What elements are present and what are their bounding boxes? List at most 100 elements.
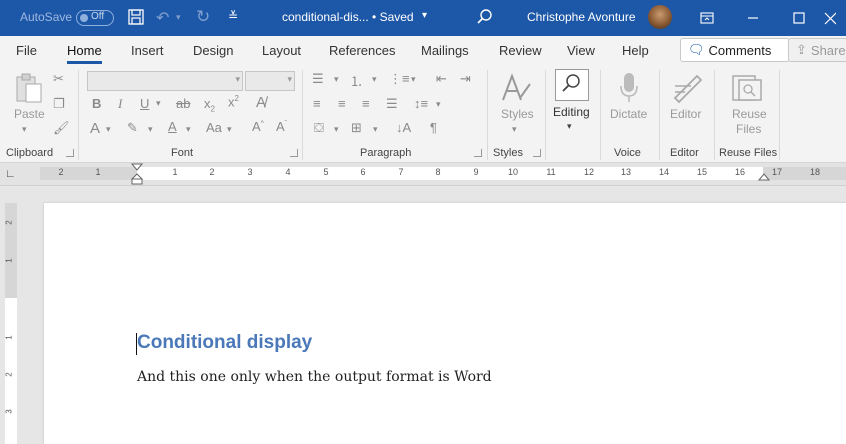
save-icon[interactable] [127, 8, 145, 29]
editing-dropdown-icon[interactable]: ▾ [567, 121, 572, 132]
editing-search-icon[interactable] [555, 69, 589, 101]
numbering-icon[interactable]: ⒈ [350, 71, 363, 90]
italic-icon[interactable]: I [118, 96, 122, 112]
subscript-icon[interactable]: x2 [204, 96, 215, 114]
line-spacing-dropdown-icon[interactable]: ▾ [436, 99, 441, 110]
styles-launcher-icon[interactable] [533, 149, 541, 157]
undo-dropdown-icon[interactable]: ▾ [176, 12, 181, 23]
format-painter-icon[interactable]: 🖌 [53, 120, 70, 136]
paragraph-launcher-icon[interactable] [474, 149, 482, 157]
avatar[interactable] [648, 5, 672, 29]
borders-dropdown-icon[interactable]: ▾ [373, 124, 378, 135]
tab-selector-icon[interactable]: ∟ [5, 168, 16, 180]
ruler-number: 12 [583, 167, 594, 177]
document-paragraph[interactable]: And this one only when the output format… [137, 369, 492, 385]
redo-icon[interactable]: ↻ [196, 7, 210, 27]
shading-dropdown-icon[interactable]: ▾ [334, 124, 339, 135]
clear-formatting-icon[interactable]: A̸ [256, 94, 266, 111]
tab-design[interactable]: Design [193, 43, 233, 58]
right-indent-marker-icon[interactable] [757, 172, 771, 186]
shading-icon[interactable]: ⛋ [314, 120, 324, 136]
reuse-label: Reuse [732, 107, 767, 121]
styles-icon[interactable] [500, 72, 532, 107]
tab-references[interactable]: References [329, 43, 395, 58]
font-size-combo[interactable]: ▾ [245, 71, 295, 91]
font-launcher-icon[interactable] [290, 149, 298, 157]
editor-icon[interactable] [671, 72, 703, 107]
highlight-dropdown-icon[interactable]: ▾ [148, 124, 153, 135]
tab-mailings[interactable]: Mailings [421, 43, 469, 58]
grow-font-icon[interactable]: A^ [252, 119, 264, 134]
tab-file[interactable]: File [16, 43, 37, 58]
copy-icon[interactable]: ❐ [53, 96, 65, 112]
bold-icon[interactable]: B [92, 96, 101, 111]
vruler-number: 2 [4, 372, 14, 377]
align-right-icon[interactable]: ≡ [362, 96, 370, 111]
paste-icon[interactable] [14, 72, 44, 109]
change-case-dropdown-icon[interactable]: ▾ [227, 124, 232, 135]
underline-icon[interactable]: U [140, 96, 149, 111]
numbering-dropdown-icon[interactable]: ▾ [372, 74, 377, 85]
vruler-number: 1 [4, 335, 14, 340]
indent-marker-icon[interactable] [130, 163, 144, 188]
files-label: Files [736, 122, 762, 136]
microphone-icon[interactable] [619, 72, 639, 107]
underline-dropdown-icon[interactable]: ▾ [156, 98, 161, 109]
align-center-icon[interactable]: ≡ [338, 96, 346, 111]
font-name-combo[interactable]: ▾ [87, 71, 243, 91]
tab-home[interactable]: Home [67, 43, 102, 64]
editor-group-label: Editor [670, 147, 699, 159]
tab-layout[interactable]: Layout [262, 43, 301, 58]
font-color-icon[interactable]: A [168, 119, 177, 134]
ruler-number: 3 [247, 167, 253, 177]
title-dropdown-icon[interactable]: ▾ [422, 10, 427, 21]
multilevel-dropdown-icon[interactable]: ▾ [411, 74, 416, 85]
customize-toolbar-icon[interactable]: ≚ [228, 9, 238, 23]
editing-label[interactable]: Editing [553, 105, 590, 119]
ribbon-display-options-icon[interactable] [684, 0, 730, 36]
justify-icon[interactable]: ☰ [386, 96, 398, 112]
superscript-icon[interactable]: x2 [228, 94, 239, 109]
highlight-icon[interactable]: ✎ [127, 120, 138, 136]
horizontal-ruler[interactable]: ∟ 2 1 1 2 3 4 5 6 7 8 9 10 11 12 13 14 1… [0, 163, 846, 186]
show-formatting-marks-icon[interactable]: ¶ [430, 120, 437, 135]
user-name[interactable]: Christophe Avonture [527, 10, 636, 24]
tab-review[interactable]: Review [499, 43, 542, 58]
text-effects-dropdown-icon[interactable]: ▾ [106, 124, 111, 135]
close-icon[interactable] [822, 0, 846, 36]
text-effects-icon[interactable]: A [90, 120, 100, 137]
bullets-icon[interactable]: ☰ [312, 71, 324, 87]
document-page[interactable]: Conditional display And this one only wh… [44, 203, 846, 444]
styles-dropdown-icon[interactable]: ▾ [512, 124, 517, 135]
shrink-font-icon[interactable]: Aˇ [276, 119, 287, 134]
autosave-toggle[interactable]: Off [76, 10, 114, 26]
multilevel-list-icon[interactable]: ⋮≡ [389, 71, 410, 87]
bullets-dropdown-icon[interactable]: ▾ [334, 74, 339, 85]
increase-indent-icon[interactable]: ⇥ [460, 71, 471, 87]
document-heading[interactable]: Conditional display [137, 332, 312, 354]
vertical-ruler[interactable]: 2 1 1 2 3 [5, 203, 17, 444]
strikethrough-icon[interactable]: ab [176, 96, 190, 111]
align-left-icon[interactable]: ≡ [313, 96, 321, 111]
paste-dropdown-icon[interactable]: ▾ [22, 124, 27, 135]
tab-view[interactable]: View [567, 43, 595, 58]
line-spacing-icon[interactable]: ↕≡ [414, 96, 428, 111]
search-icon[interactable] [476, 8, 494, 29]
maximize-icon[interactable] [776, 0, 822, 36]
sort-icon[interactable]: ↓A [396, 120, 411, 135]
undo-icon[interactable]: ↶ [156, 8, 169, 28]
document-title: conditional-dis... • Saved [282, 10, 414, 24]
change-case-icon[interactable]: Aa [206, 120, 222, 135]
reuse-files-icon[interactable] [731, 72, 763, 107]
tab-help[interactable]: Help [622, 43, 649, 58]
minimize-icon[interactable] [730, 0, 776, 36]
font-color-dropdown-icon[interactable]: ▾ [186, 124, 191, 135]
styles-label: Styles [501, 107, 534, 121]
comments-button[interactable]: 🗨 Comments [680, 38, 790, 62]
tab-insert[interactable]: Insert [131, 43, 164, 58]
cut-icon[interactable]: ✂ [53, 71, 64, 87]
decrease-indent-icon[interactable]: ⇤ [436, 71, 447, 87]
borders-icon[interactable]: ⊞ [351, 120, 362, 136]
share-button[interactable]: ⇪ Share [788, 38, 846, 62]
clipboard-launcher-icon[interactable] [66, 149, 74, 157]
